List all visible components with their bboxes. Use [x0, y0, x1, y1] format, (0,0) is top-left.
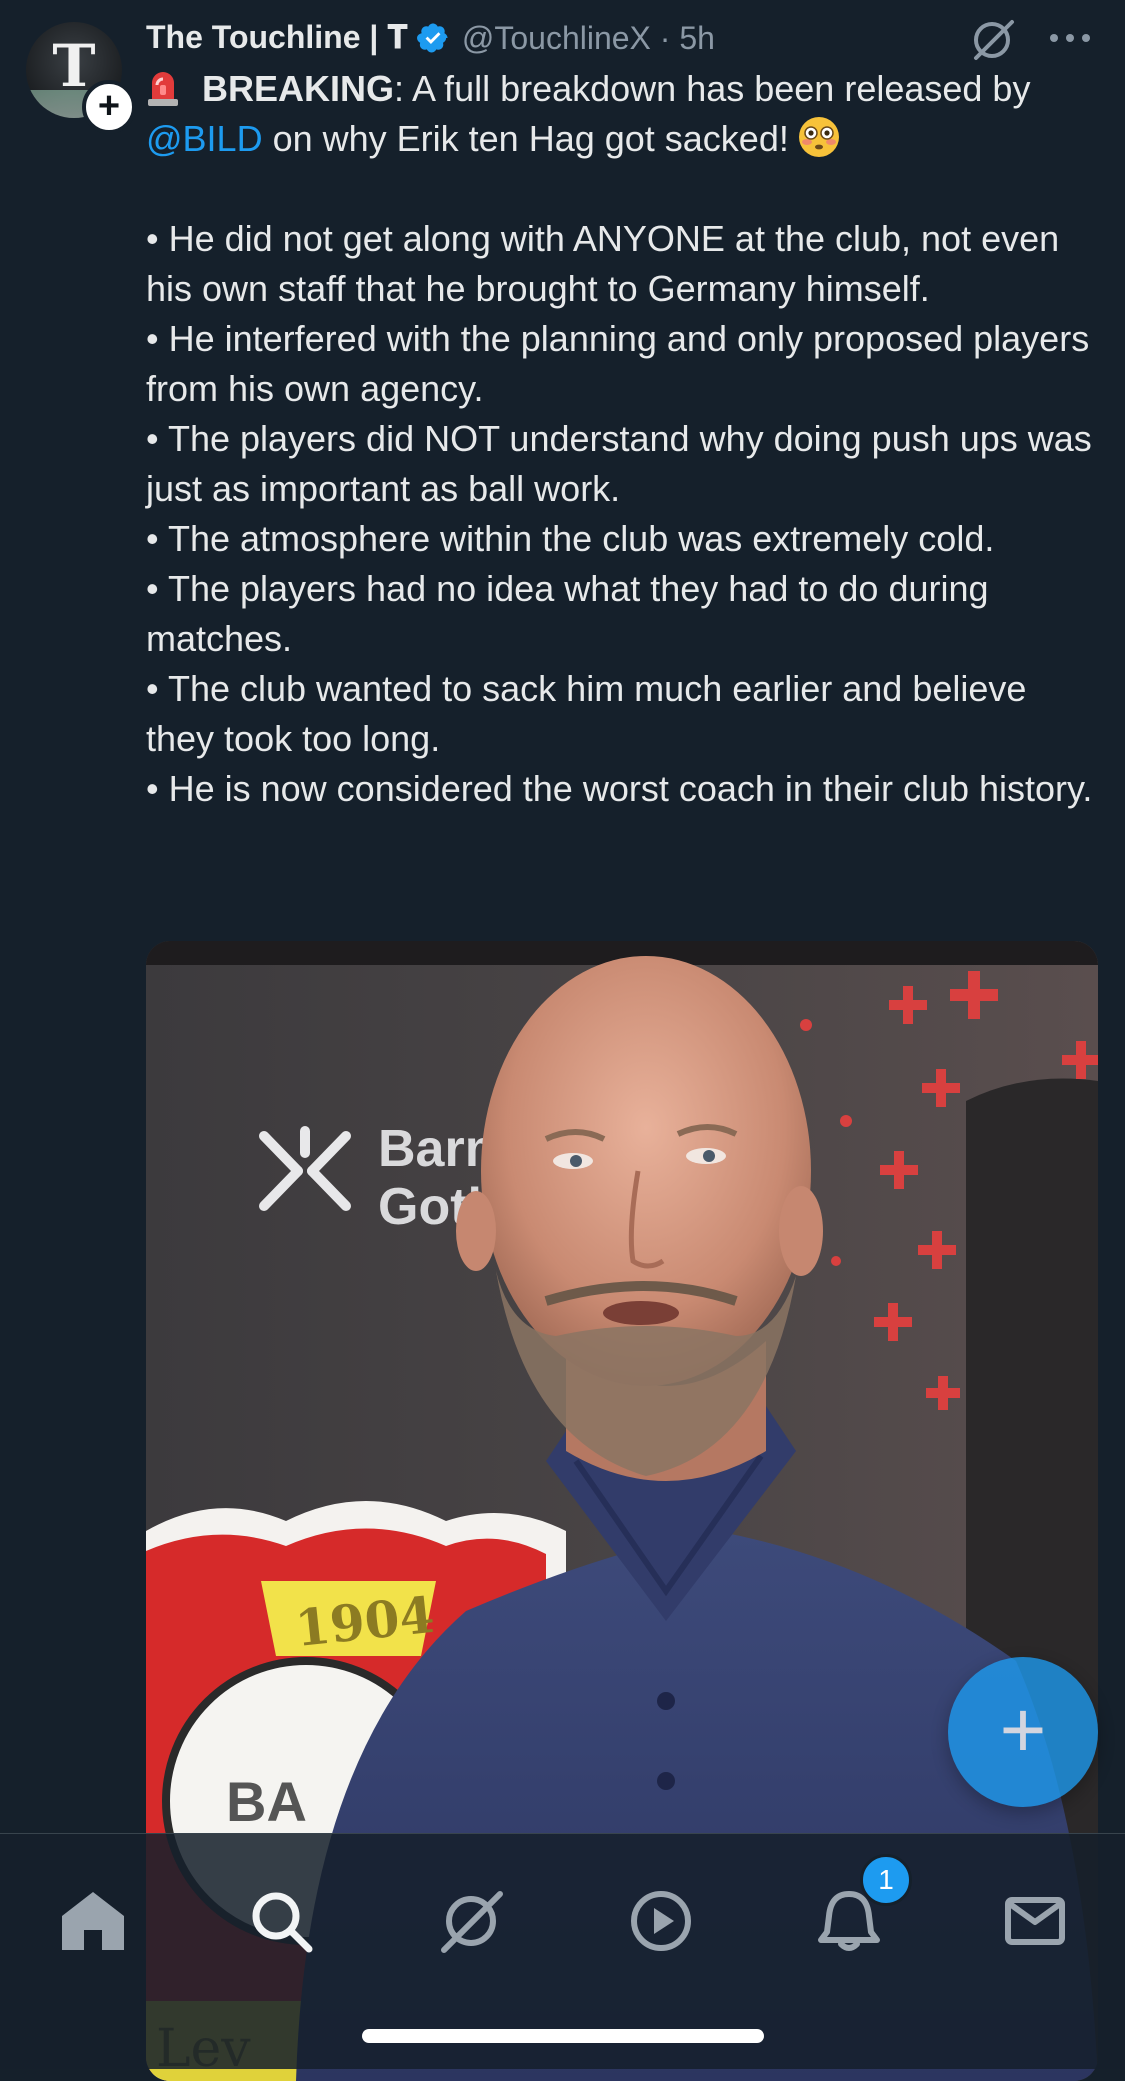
home-icon[interactable] — [58, 1886, 128, 1956]
bullet-item: • He interfered with the planning and on… — [146, 318, 1090, 409]
intro-text-2: on why Erik ten Hag got sacked! — [262, 118, 789, 159]
verified-badge-icon — [416, 23, 448, 53]
author-handle-and-time[interactable]: @TouchlineX · 5h — [462, 20, 715, 57]
compose-post-button[interactable]: + — [948, 1657, 1098, 1807]
flushed-face-emoji-icon — [798, 117, 839, 157]
grok-icon[interactable] — [436, 1886, 506, 1956]
messages-envelope-icon[interactable] — [1000, 1886, 1070, 1956]
siren-emoji-icon — [148, 72, 178, 106]
bullet-item: • He is now considered the worst coach i… — [146, 768, 1093, 809]
video-play-icon[interactable] — [626, 1886, 696, 1956]
tweet-text: BREAKING: A full breakdown has been rele… — [146, 64, 1096, 814]
intro-text-1: : A full breakdown has been released by — [394, 68, 1031, 109]
home-indicator[interactable] — [362, 2029, 764, 2043]
tweet-header: The Touchline | 𝐓 @TouchlineX · 5h — [146, 16, 715, 60]
bullet-item: • The players had no idea what they had … — [146, 568, 989, 659]
bullet-item: • The club wanted to sack him much earli… — [146, 668, 1027, 759]
crest-letters: BA — [226, 1770, 307, 1833]
bullet-item: • The players did NOT understand why doi… — [146, 418, 1092, 509]
bullet-item: • He did not get along with ANYONE at th… — [146, 218, 1060, 309]
more-options-icon[interactable] — [1048, 26, 1092, 50]
grok-icon[interactable] — [968, 16, 1016, 64]
tweet-intro: BREAKING: A full breakdown has been rele… — [146, 64, 1096, 164]
tweet[interactable]: T + The Touchline | 𝐓 @TouchlineX · 5h B… — [0, 0, 1125, 2081]
notification-count-badge: 1 — [860, 1854, 912, 1906]
breaking-label: BREAKING — [202, 68, 395, 109]
mention-link[interactable]: @BILD — [146, 118, 263, 159]
follow-plus-button[interactable]: + — [82, 80, 136, 134]
search-icon[interactable] — [246, 1886, 316, 1956]
bullet-item: • The atmosphere within the club was ext… — [146, 518, 995, 559]
author-name[interactable]: The Touchline | 𝐓 — [146, 19, 408, 57]
